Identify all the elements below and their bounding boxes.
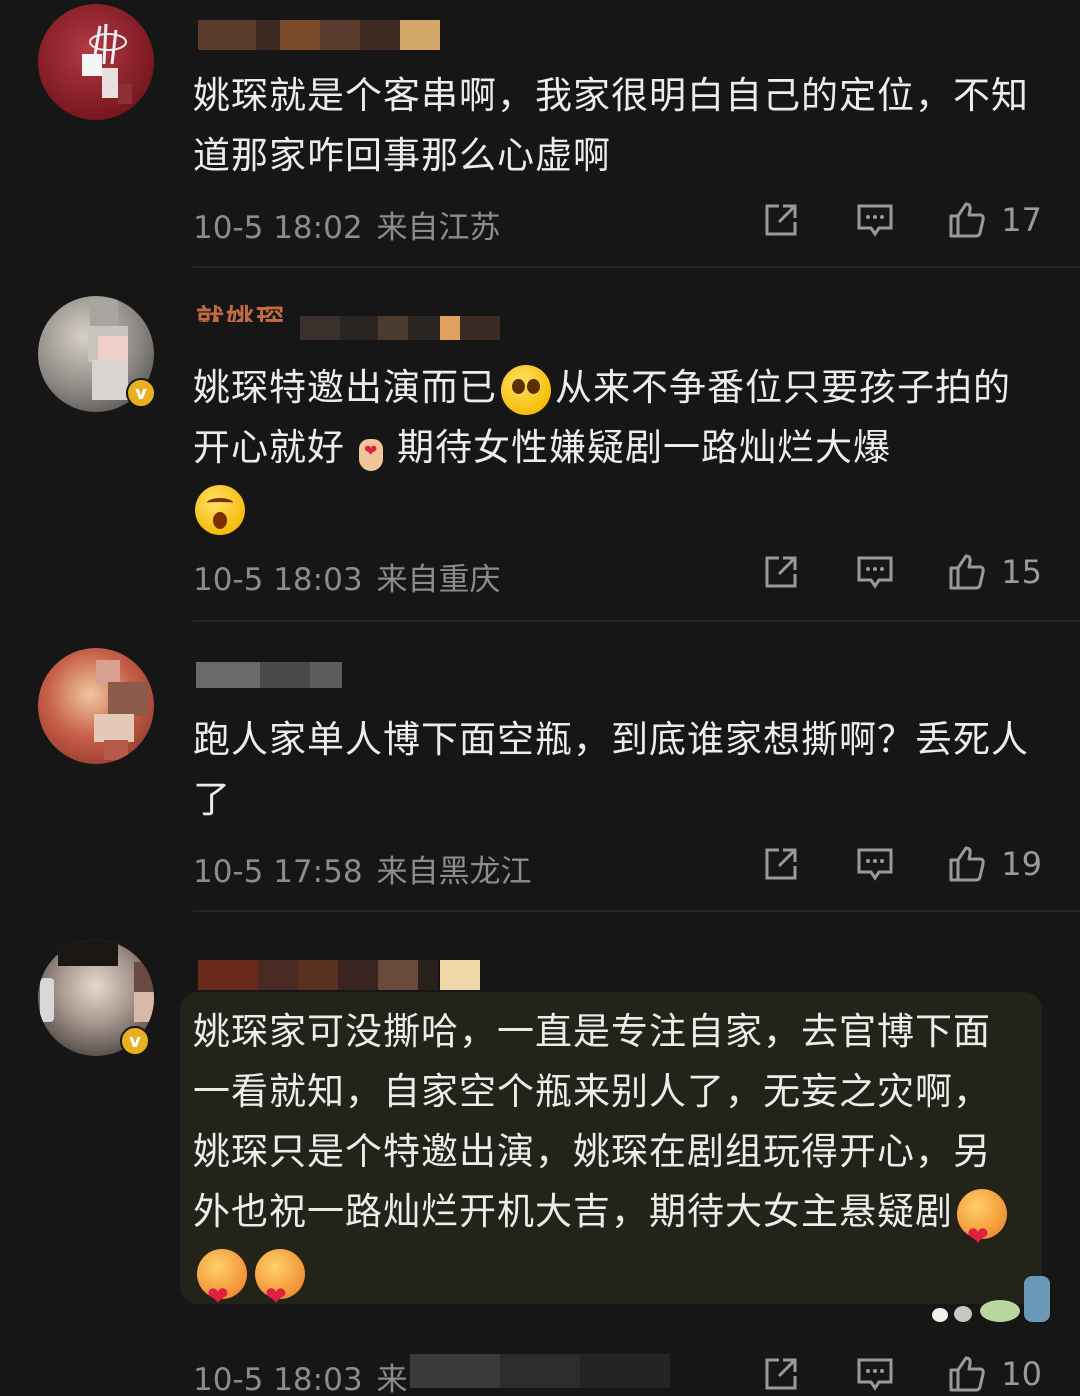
like-count: 15 <box>1001 553 1042 591</box>
comment-location: 来自重庆 <box>376 562 501 598</box>
love-face-icon <box>957 1188 1007 1267</box>
share-icon[interactable] <box>761 200 801 240</box>
comment-item: v 姚琛家可没撕哈，一直是专注自家，去官博下面一看就知，自家空个瓶来别人了，无妄… <box>0 912 1080 1396</box>
share-icon[interactable] <box>761 552 801 592</box>
shocked-face-icon <box>195 484 245 535</box>
comment-meta: 10-5 18:03 来自重庆 <box>193 554 501 599</box>
love-face-icon <box>197 1248 247 1327</box>
comment-icon[interactable] <box>855 200 895 240</box>
comment-meta: 10-5 17:58 来自黑龙江 <box>193 846 532 891</box>
avatar[interactable] <box>38 4 154 120</box>
like-button[interactable]: 19 <box>947 844 1042 884</box>
thumbs-up-icon <box>949 202 986 238</box>
decorative-stickers <box>928 1270 1052 1322</box>
like-button[interactable]: 17 <box>947 200 1042 240</box>
comment-actions: 19 <box>761 844 1042 884</box>
comment-item: v 就姚琛 姚琛特邀出演而已从来不争番位只要孩子拍的开心就好期待女性嫌疑剧一路灿… <box>0 268 1080 622</box>
comment-icon[interactable] <box>855 844 895 884</box>
comment-text: 姚琛特邀出演而已从来不争番位只要孩子拍的开心就好期待女性嫌疑剧一路灿烂大爆 <box>193 358 1043 538</box>
pleading-face-icon <box>501 364 551 415</box>
username-partial[interactable]: 就姚琛 <box>196 298 286 322</box>
comment-icon[interactable] <box>855 552 895 592</box>
comment-meta: 10-5 18:03 来 <box>193 1354 408 1396</box>
comment-location: 来自黑龙江 <box>376 854 532 890</box>
comment-icon[interactable] <box>855 1354 895 1394</box>
username-blurred[interactable] <box>198 960 480 990</box>
comment-text: 姚琛家可没撕哈，一直是专注自家，去官博下面一看就知，自家空个瓶来别人了，无妄之灾… <box>193 1002 1023 1327</box>
verified-badge: v <box>126 378 156 408</box>
comment-meta: 10-5 18:02 来自江苏 <box>193 202 501 247</box>
share-icon[interactable] <box>761 844 801 884</box>
comment-text: 姚琛就是个客串啊，我家很明白自己的定位，不知道那家咋回事那么心虚啊 <box>193 74 1029 177</box>
comment-actions: 15 <box>761 552 1042 592</box>
thumbs-up-icon <box>949 554 986 590</box>
comment-location: 来自江苏 <box>376 210 501 246</box>
avatar[interactable] <box>38 648 154 764</box>
thumbs-up-icon <box>949 1356 986 1392</box>
comment-time: 10-5 17:58 <box>193 854 363 890</box>
like-button[interactable]: 10 <box>947 1354 1042 1394</box>
like-button[interactable]: 15 <box>947 552 1042 592</box>
comment-actions: 17 <box>761 200 1042 240</box>
comment-time: 10-5 18:02 <box>193 210 363 246</box>
like-count: 19 <box>1001 845 1042 883</box>
comment-actions: 10 <box>761 1354 1042 1394</box>
username-blurred[interactable] <box>300 316 500 340</box>
share-icon[interactable] <box>761 1354 801 1394</box>
comment-time: 10-5 18:03 <box>193 562 363 598</box>
comment-time: 10-5 18:03 <box>193 1362 363 1396</box>
like-count: 17 <box>1001 201 1042 239</box>
comment-text: 跑人家单人博下面空瓶，到底谁家想撕啊？丢死人了 <box>193 718 1029 821</box>
username-blurred[interactable] <box>196 662 342 688</box>
comment-item: 姚琛就是个客串啊，我家很明白自己的定位，不知道那家咋回事那么心虚啊 10-5 1… <box>0 0 1080 268</box>
comment-item: 跑人家单人博下面空瓶，到底谁家想撕啊？丢死人了 10-5 17:58 来自黑龙江 … <box>0 622 1080 912</box>
verified-badge: v <box>120 1026 150 1056</box>
username-blurred[interactable] <box>198 20 440 50</box>
thumbs-up-icon <box>949 846 986 882</box>
finger-heart-icon <box>351 421 391 481</box>
comment-location: 来 <box>376 1362 408 1396</box>
love-face-icon <box>255 1248 305 1327</box>
like-count: 10 <box>1001 1355 1042 1393</box>
location-blurred <box>410 1354 670 1388</box>
